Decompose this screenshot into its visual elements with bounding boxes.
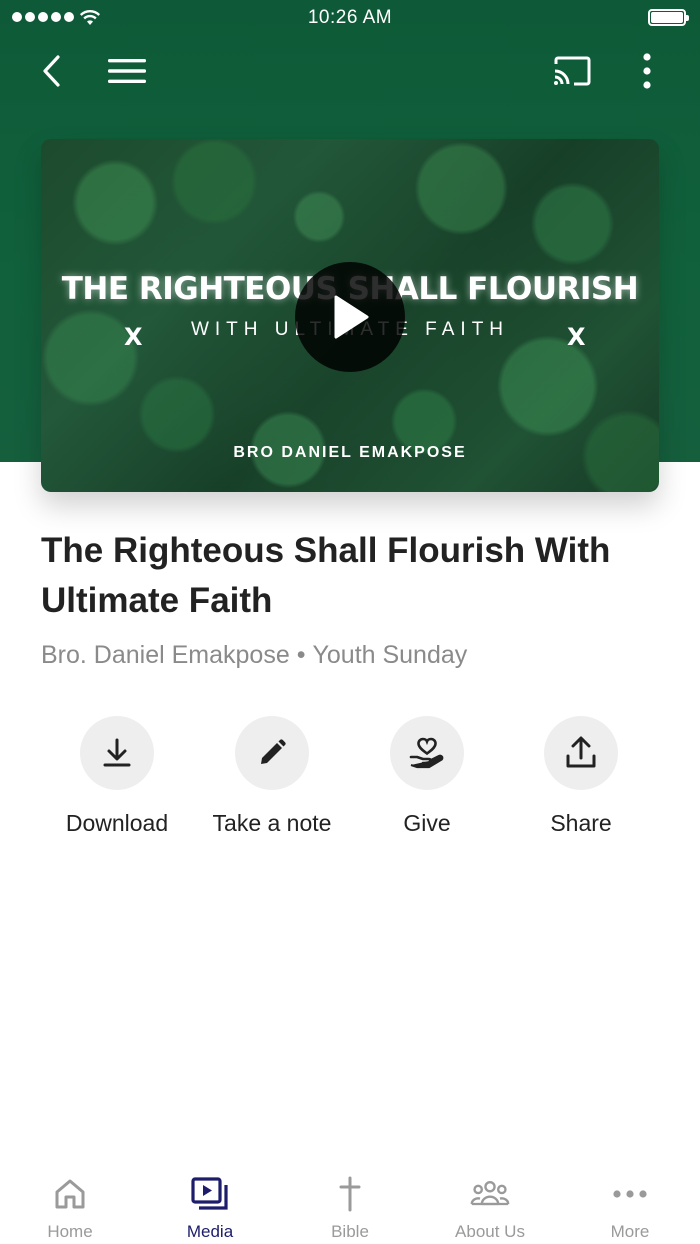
give-button[interactable]: Give xyxy=(350,716,504,846)
people-icon xyxy=(470,1174,510,1214)
share-label: Share xyxy=(550,810,612,836)
home-icon xyxy=(50,1174,90,1214)
media-icon xyxy=(190,1174,230,1214)
back-button[interactable] xyxy=(28,48,74,94)
sermon-series: Youth Sunday xyxy=(312,641,468,669)
give-circle xyxy=(390,716,464,790)
download-label: Download xyxy=(65,810,169,836)
tab-about-us-label: About Us xyxy=(455,1222,525,1241)
take-note-label: Take a note xyxy=(212,810,332,836)
menu-button[interactable] xyxy=(104,48,150,94)
bottom-tab-bar: Home Media Bible About Us More xyxy=(0,1160,700,1244)
give-label: Give xyxy=(403,810,451,836)
more-horizontal-icon xyxy=(610,1174,650,1214)
share-icon xyxy=(566,736,596,768)
action-bar: Download Take a note Give Share xyxy=(0,716,700,846)
play-button[interactable] xyxy=(295,262,405,372)
more-options-button[interactable] xyxy=(624,46,670,96)
sermon-speaker: Bro. Daniel Emakpose xyxy=(41,641,290,669)
download-circle xyxy=(80,716,154,790)
more-vertical-icon xyxy=(643,53,651,89)
meta-separator: • xyxy=(296,641,306,669)
video-thumbnail[interactable]: THE RIGHTEOUS SHALL FLOURISH X WITH ULTI… xyxy=(41,139,659,492)
pencil-icon xyxy=(261,739,286,764)
tab-home[interactable]: Home xyxy=(0,1160,140,1244)
tab-home-label: Home xyxy=(47,1222,93,1241)
tab-bible[interactable]: Bible xyxy=(280,1160,420,1244)
take-note-button[interactable]: Take a note xyxy=(195,716,349,846)
tab-bible-label: Bible xyxy=(331,1222,369,1241)
status-bar: 10:26 AM xyxy=(0,0,700,38)
download-icon xyxy=(103,738,131,767)
sermon-title: The Righteous Shall Flourish With Ultima… xyxy=(41,531,611,620)
tab-media-label: Media xyxy=(186,1222,234,1241)
tab-media[interactable]: Media xyxy=(140,1160,280,1244)
take-note-circle xyxy=(235,716,309,790)
tab-about-us[interactable]: About Us xyxy=(420,1160,560,1244)
cast-button[interactable] xyxy=(548,48,596,94)
play-icon xyxy=(334,295,369,339)
give-heart-hand-icon xyxy=(409,737,444,769)
share-circle xyxy=(544,716,618,790)
share-button[interactable]: Share xyxy=(504,716,658,846)
battery-icon xyxy=(648,9,689,26)
thumbnail-mark-right: X xyxy=(567,323,586,351)
download-button[interactable]: Download xyxy=(40,716,194,846)
tab-more[interactable]: More xyxy=(560,1160,700,1244)
sermon-meta: Bro. Daniel Emakpose • Youth Sunday xyxy=(41,641,467,670)
thumbnail-speaker: BRO DANIEL EMAKPOSE xyxy=(233,444,467,461)
tab-more-label: More xyxy=(610,1222,650,1241)
cast-icon xyxy=(554,56,591,86)
status-time: 10:26 AM xyxy=(307,7,393,28)
hamburger-icon xyxy=(108,59,146,83)
chevron-left-icon xyxy=(43,55,60,87)
cross-icon xyxy=(330,1174,370,1214)
